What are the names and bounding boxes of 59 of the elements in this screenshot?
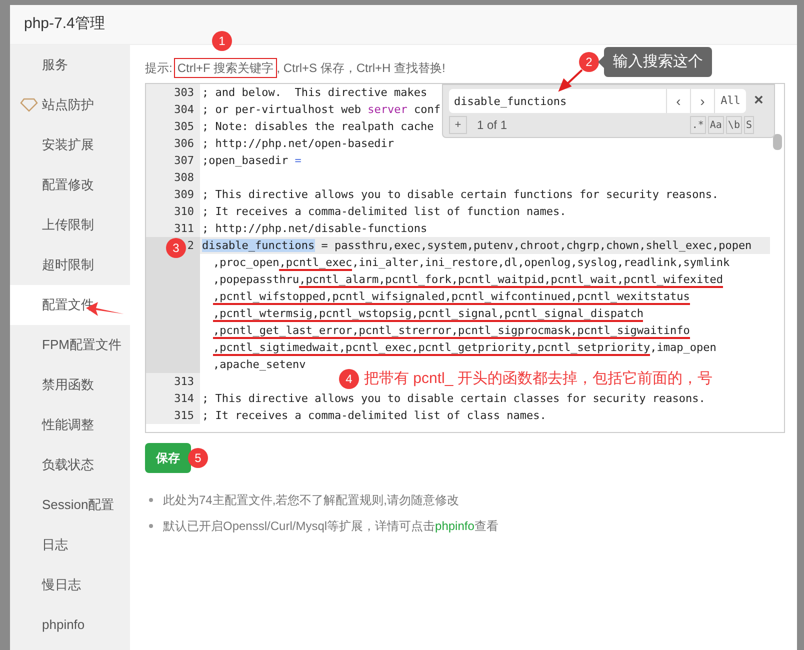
line-number: 307	[146, 152, 200, 169]
line-number: 306	[146, 135, 200, 152]
sidebar-item[interactable]: 日志	[10, 525, 130, 565]
code-line: ;open_basedir =	[202, 153, 302, 169]
sidebar-item[interactable]: 站点防护	[10, 85, 130, 125]
code-line: ; This directive allows you to disable certain classes for security reasons.	[202, 391, 706, 407]
line-number: 314	[146, 390, 200, 407]
note-text: 默认已开启Openssl/Curl/Mysql等扩展，详情可点击phpinfo查看	[163, 518, 498, 535]
line-number: 303	[146, 84, 200, 101]
previous-button[interactable]: ‹	[666, 89, 690, 113]
code-line: disable_functions = passthru,exec,system,putenv,chroot,chgrp,chown,shell_exec,popen	[202, 238, 752, 254]
sidebar-item[interactable]: Session配置	[10, 485, 130, 525]
code-line: ,popepassthru,pcntl_alarm,pcntl_fork,pcntl_waitpid,pcntl_wait,pcntl_wifexited	[213, 272, 723, 288]
sidebar-item[interactable]: 禁用函数	[10, 365, 130, 405]
sidebar-item[interactable]: 配置修改	[10, 165, 130, 205]
search-option-button[interactable]: .*	[690, 116, 706, 134]
add-button[interactable]: +	[449, 116, 467, 134]
line-number: 315	[146, 407, 200, 424]
code-line: ,apache_setenv	[213, 357, 306, 373]
tooltip: 输入搜索这个	[604, 47, 712, 77]
sidebar-item[interactable]: phpinfo	[10, 605, 130, 645]
search-option-button[interactable]: \b	[726, 116, 742, 134]
match-count: 1 of 1	[477, 117, 508, 134]
close-button[interactable]: ×	[754, 89, 764, 113]
sidebar-item[interactable]: 性能调整	[10, 405, 130, 445]
sidebar-item[interactable]: 服务	[10, 45, 130, 85]
sidebar-item[interactable]: 上传限制	[10, 205, 130, 245]
search-option-button[interactable]: S	[744, 116, 754, 134]
code-line: ,pcntl_sigtimedwait,pcntl_exec,pcntl_getpriority,pcntl_setpriority,imap_open	[213, 340, 716, 356]
code-line: ,proc_open,pcntl_exec,ini_alter,ini_restore,dl,openlog,syslog,readlink,symlink	[213, 255, 730, 271]
note-text: 此处为74主配置文件,若您不了解配置规则,请勿随意修改	[163, 492, 460, 509]
code-line: ; and below. This directive makes	[202, 85, 428, 101]
search-option-button[interactable]: Aa	[708, 116, 724, 134]
sidebar-item[interactable]: FPM配置文件	[10, 325, 130, 365]
sidebar-item[interactable]: 慢日志	[10, 565, 130, 605]
code-line: ; http://php.net/open-basedir	[202, 136, 394, 152]
all-button[interactable]: All	[714, 89, 746, 113]
code-line: ; http://php.net/disable-functions	[202, 221, 428, 237]
line-number: 309	[146, 186, 200, 203]
line-number: 310	[146, 203, 200, 220]
code-line: ; This directive allows you to disable certain functions for security reasons.	[202, 187, 719, 203]
instruction-note: 把带有 pcntl_ 开头的函数都去掉，包括它前面的，号	[364, 369, 712, 389]
code-line: ,pcntl_wifstopped,pcntl_wifsignaled,pcntl_wifcontinued,pcntl_wexitstatus	[213, 289, 690, 305]
code-line: ,pcntl_wtermsig,pcntl_wstopsig,pcntl_signal,pcntl_signal_dispatch	[213, 306, 644, 322]
line-number: 304	[146, 101, 200, 118]
code-line: ,pcntl_get_last_error,pcntl_strerror,pcntl_sigprocmask,pcntl_sigwaitinfo	[213, 323, 690, 339]
code-line: ; Note: disables the realpath cache	[202, 119, 434, 135]
sidebar-item[interactable]: 超时限制	[10, 245, 130, 285]
line-number: 305	[146, 118, 200, 135]
line-number: 313	[146, 373, 200, 390]
sidebar-item[interactable]: 负载状态	[10, 445, 130, 485]
line-number: 308	[146, 169, 200, 186]
sidebar-item[interactable]: 安装扩展	[10, 125, 130, 165]
next-button[interactable]: ›	[690, 89, 714, 113]
code-line: ; or per-virtualhost web server conf	[202, 102, 440, 118]
search-field[interactable]: disable_functions	[449, 89, 666, 113]
line-number: 311	[146, 220, 200, 237]
code-line: ; It receives a comma-delimited list of function names.	[202, 204, 566, 220]
code-line: ; It receives a comma-delimited list of class names.	[202, 408, 546, 424]
